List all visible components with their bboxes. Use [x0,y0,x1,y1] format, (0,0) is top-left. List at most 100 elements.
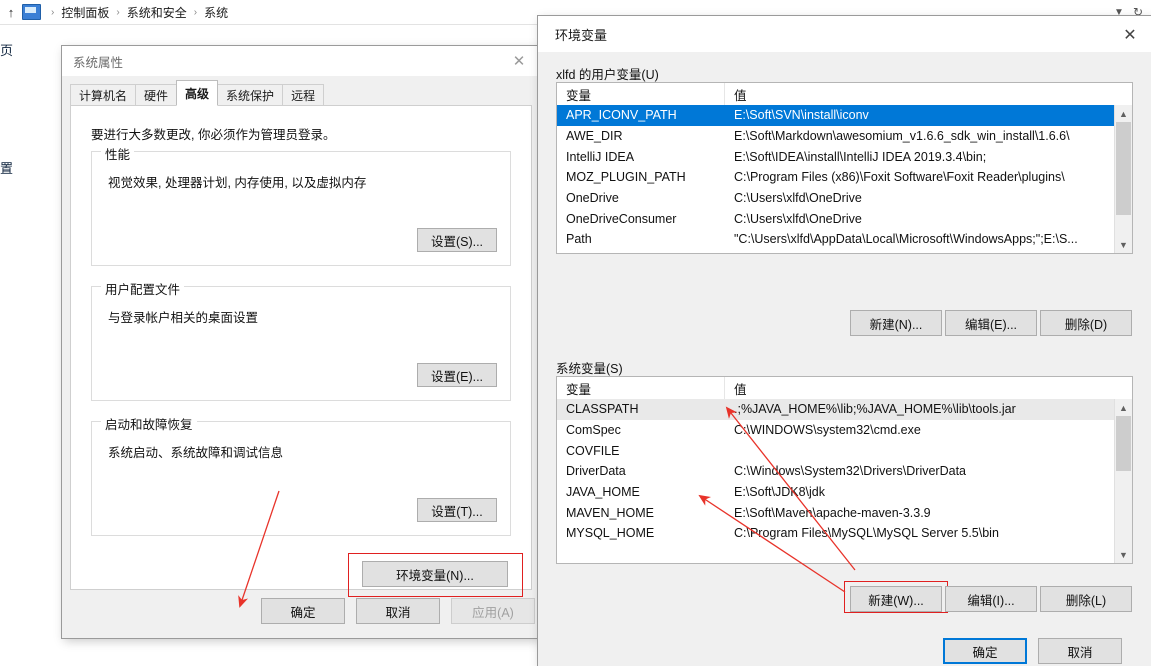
startup-recovery-settings-button[interactable]: 设置(T)... [417,498,497,522]
variable-value: C:\Program Files (x86)\Foxit Software\Fo… [734,170,1065,185]
system-properties-tabstrip: 计算机名 硬件 高级 系统保护 远程 [70,80,532,106]
user-variables-table[interactable]: 变量 值 APR_ICONV_PATH E:\Soft\SVN\install\… [556,82,1133,254]
variable-name: Path [566,232,592,247]
variable-name: ComSpec [566,423,621,438]
variable-value: C:\Windows\System32\Drivers\DriverData [734,464,966,479]
group-performance-text: 视觉效果, 处理器计划, 内存使用, 以及虚拟内存 [108,176,367,190]
variable-name: MOZ_PLUGIN_PATH [566,170,686,185]
system-variables-scrollbar[interactable]: ▲ ▼ [1114,399,1132,563]
breadcrumb-separator: › [51,6,55,18]
variable-value: E:\Soft\Markdown\awesomium_v1.6.6_sdk_wi… [734,129,1070,144]
performance-settings-button[interactable]: 设置(S)... [417,228,497,252]
table-row[interactable]: OneDriveConsumer C:\Users\xlfd\OneDrive [557,208,1115,229]
column-header-value[interactable]: 值 [725,377,1132,399]
system-variables-delete-button[interactable]: 删除(L) [1040,586,1132,612]
breadcrumb-separator: › [116,6,120,18]
system-properties-apply-button: 应用(A) [451,598,535,624]
tab-remote[interactable]: 远程 [282,84,325,106]
variable-name: COVFILE [566,443,620,458]
variable-value: C:\Users\xlfd\OneDrive [734,211,862,226]
scroll-down-icon[interactable]: ▼ [1115,236,1132,253]
system-properties-ok-button[interactable]: 确定 [261,598,345,624]
environment-variables-button[interactable]: 环境变量(N)... [362,561,508,587]
tab-system-protection[interactable]: 系统保护 [217,84,284,106]
table-row[interactable]: MAVEN_HOME E:\Soft\Maven\apache-maven-3.… [557,502,1115,523]
system-properties-title: 系统属性 [73,55,124,70]
sidebar-text-bottom: 置 [0,161,14,176]
environment-variables-title: 环境变量 [555,27,608,43]
environment-variables-dialog: 环境变量 ✕ xlfd 的用户变量(U) 变量 值 APR_ICONV_PATH… [538,16,1151,666]
table-row[interactable]: IntelliJ IDEA E:\Soft\IDEA\install\Intel… [557,146,1115,167]
user-variables-edit-button[interactable]: 编辑(E)... [945,310,1037,336]
breadcrumb-item-system[interactable]: 系统 [204,4,228,21]
variable-value: C:\Program Files\MySQL\MySQL Server 5.5\… [734,526,999,541]
table-row[interactable]: MOZ_PLUGIN_PATH C:\Program Files (x86)\F… [557,167,1115,188]
group-user-profiles-legend: 用户配置文件 [101,279,185,298]
user-profiles-settings-button[interactable]: 设置(E)... [417,363,497,387]
system-properties-cancel-button[interactable]: 取消 [356,598,440,624]
variable-name: IntelliJ IDEA [566,149,635,164]
table-row[interactable]: APR_ICONV_PATH E:\Soft\SVN\install\iconv [557,105,1115,126]
environment-variables-titlebar: 环境变量 ✕ [538,16,1151,52]
tab-computer-name[interactable]: 计算机名 [70,84,137,106]
environment-variables-ok-button[interactable]: 确定 [943,638,1027,664]
system-variables-label: 系统变量(S) [556,362,623,376]
admin-notice-text: 要进行大多数更改, 你必须作为管理员登录。 [91,128,336,142]
table-row[interactable]: MYSQL_HOME C:\Program Files\MySQL\MySQL … [557,523,1115,544]
table-row[interactable]: CLASSPATH .;%JAVA_HOME%\lib;%JAVA_HOME%\… [557,399,1115,420]
computer-icon[interactable] [22,4,41,20]
system-variables-table[interactable]: 变量 值 CLASSPATH .;%JAVA_HOME%\lib;%JAVA_H… [556,376,1133,564]
column-header-value[interactable]: 值 [725,83,1132,105]
user-variables-rows: APR_ICONV_PATH E:\Soft\SVN\install\iconv… [557,105,1115,253]
environment-variables-cancel-button[interactable]: 取消 [1038,638,1122,664]
group-startup-recovery: 启动和故障恢复 系统启动、系统故障和调试信息 设置(T)... [91,414,511,536]
user-variables-delete-button[interactable]: 删除(D) [1040,310,1132,336]
tab-advanced[interactable]: 高级 [176,80,219,106]
group-startup-recovery-text: 系统启动、系统故障和调试信息 [108,446,284,460]
variable-name: CLASSPATH [566,402,639,417]
variable-name: DriverData [566,464,626,479]
system-properties-titlebar: 系统属性 ✕ [62,46,540,76]
table-row[interactable]: DriverData C:\Windows\System32\Drivers\D… [557,461,1115,482]
variable-value: E:\Soft\IDEA\install\IntelliJ IDEA 2019.… [734,149,987,164]
system-variables-new-button[interactable]: 新建(W)... [850,586,942,612]
user-variables-label: xlfd 的用户变量(U) [556,68,659,82]
variable-value: .;%JAVA_HOME%\lib;%JAVA_HOME%\lib\tools.… [734,402,1016,417]
tab-hardware[interactable]: 硬件 [135,84,178,106]
table-row[interactable]: AWE_DIR E:\Soft\Markdown\awesomium_v1.6.… [557,126,1115,147]
scroll-up-icon[interactable]: ▲ [1115,399,1132,416]
variable-name: MYSQL_HOME [566,526,655,541]
variable-name: OneDrive [566,191,619,206]
table-row[interactable]: JAVA_HOME E:\Soft\JDK8\jdk [557,482,1115,503]
user-variables-scrollbar[interactable]: ▲ ▼ [1114,105,1132,253]
sidebar-text-top: 页 [0,43,14,58]
scrollbar-thumb[interactable] [1116,416,1131,471]
variable-value: E:\Soft\SVN\install\iconv [734,108,869,123]
variable-value: E:\Soft\Maven\apache-maven-3.3.9 [734,505,931,520]
column-header-variable[interactable]: 变量 [557,83,725,105]
table-row[interactable]: ComSpec C:\WINDOWS\system32\cmd.exe [557,420,1115,441]
group-user-profiles-text: 与登录帐户相关的桌面设置 [108,311,259,325]
scrollbar-thumb[interactable] [1116,122,1131,215]
breadcrumb-item-control-panel[interactable]: 控制面板 [61,4,109,21]
user-variables-new-button[interactable]: 新建(N)... [850,310,942,336]
scroll-down-icon[interactable]: ▼ [1115,546,1132,563]
table-row[interactable]: OneDrive C:\Users\xlfd\OneDrive [557,188,1115,209]
up-arrow-icon[interactable]: ↑ [0,5,22,20]
table-row[interactable]: COVFILE [557,440,1115,461]
close-icon[interactable]: ✕ [498,46,540,76]
breadcrumb-separator: › [193,6,198,18]
group-performance: 性能 视觉效果, 处理器计划, 内存使用, 以及虚拟内存 设置(S)... [91,144,511,266]
table-row[interactable]: Path "C:\Users\xlfd\AppData\Local\Micros… [557,229,1115,250]
variable-name: MAVEN_HOME [566,505,654,520]
scroll-up-icon[interactable]: ▲ [1115,105,1132,122]
system-variables-edit-button[interactable]: 编辑(I)... [945,586,1037,612]
variable-name: JAVA_HOME [566,485,640,500]
column-header-variable[interactable]: 变量 [557,377,725,399]
breadcrumb-item-system-security[interactable]: 系统和安全 [127,4,187,21]
system-variables-rows: CLASSPATH .;%JAVA_HOME%\lib;%JAVA_HOME%\… [557,399,1115,563]
close-icon[interactable]: ✕ [1109,16,1151,52]
variable-value: C:\WINDOWS\system32\cmd.exe [734,423,921,438]
system-variables-table-header: 变量 值 [557,377,1132,400]
user-variables-table-header: 变量 值 [557,83,1132,106]
